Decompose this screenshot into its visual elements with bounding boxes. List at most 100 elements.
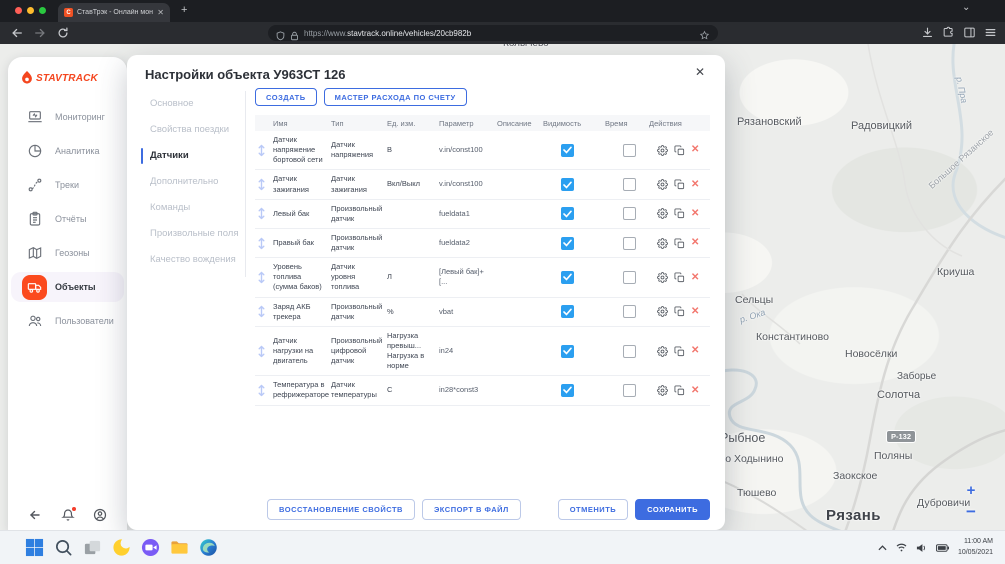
sidebar-item-monitoring[interactable]: Мониторинг [8, 100, 127, 134]
drag-handle-icon[interactable] [255, 345, 273, 358]
bookmark-star-icon[interactable] [699, 28, 710, 39]
back-icon[interactable] [10, 26, 24, 40]
window-minimize-button[interactable] [27, 7, 34, 14]
wifi-icon[interactable] [896, 543, 907, 552]
video-app-icon[interactable] [140, 538, 160, 558]
tray-chevron-icon[interactable] [878, 545, 887, 551]
file-explorer-icon[interactable] [169, 538, 189, 558]
delete-icon[interactable]: ✕ [691, 236, 699, 250]
collapse-arrow-icon[interactable] [28, 508, 42, 522]
sidebar-item-geozones[interactable]: Геозоны [8, 236, 127, 270]
visibility-checkbox[interactable] [561, 271, 574, 284]
visibility-checkbox[interactable] [561, 144, 574, 157]
time-checkbox[interactable] [623, 271, 636, 284]
sidebar-item-analytics[interactable]: Аналитика [8, 134, 127, 168]
delete-icon[interactable]: ✕ [691, 344, 699, 358]
edge-browser-icon[interactable] [198, 538, 218, 558]
sidebar-item-objects[interactable]: Объекты [8, 270, 127, 304]
start-button-icon[interactable] [24, 538, 44, 558]
settings-gear-icon[interactable] [657, 179, 668, 190]
copy-icon[interactable] [674, 145, 685, 156]
create-button[interactable]: СОЗДАТЬ [255, 88, 317, 106]
volume-icon[interactable] [916, 543, 927, 553]
battery-icon[interactable] [936, 544, 949, 552]
modal-tab[interactable]: Датчики [145, 143, 245, 169]
url-bar[interactable]: https://www.stavtrack.online/vehicles/20… [268, 25, 718, 41]
restore-properties-button[interactable]: ВОССТАНОВЛЕНИЕ СВОЙСТВ [267, 499, 415, 520]
cancel-button[interactable]: ОТМЕНИТЬ [558, 499, 628, 520]
notifications-bell-icon[interactable] [61, 508, 75, 522]
modal-close-icon[interactable]: ✕ [695, 65, 705, 79]
visibility-checkbox[interactable] [561, 178, 574, 191]
time-checkbox[interactable] [623, 207, 636, 220]
settings-gear-icon[interactable] [657, 346, 668, 357]
expense-master-button[interactable]: МАСТЕР РАСХОДА ПО СЧЕТУ [324, 88, 467, 106]
modal-tab[interactable]: Качество вождения [145, 247, 245, 273]
tab-close-icon[interactable]: ✕ [157, 9, 164, 17]
visibility-checkbox[interactable] [561, 345, 574, 358]
delete-icon[interactable]: ✕ [691, 305, 699, 319]
drag-handle-icon[interactable] [255, 271, 273, 284]
shield-icon[interactable] [276, 28, 285, 38]
time-checkbox[interactable] [623, 178, 636, 191]
copy-icon[interactable] [674, 208, 685, 219]
settings-gear-icon[interactable] [657, 306, 668, 317]
delete-icon[interactable]: ✕ [691, 271, 699, 285]
window-close-button[interactable] [15, 7, 22, 14]
reload-icon[interactable] [56, 26, 70, 40]
clock[interactable]: 11:00 AM 10/05/2021 [958, 537, 993, 558]
lock-icon[interactable] [290, 28, 299, 38]
copy-icon[interactable] [674, 306, 685, 317]
sidebar-item-users[interactable]: Пользователи [8, 304, 127, 338]
copy-icon[interactable] [674, 238, 685, 249]
time-checkbox[interactable] [623, 305, 636, 318]
delete-icon[interactable]: ✕ [691, 143, 699, 157]
visibility-checkbox[interactable] [561, 305, 574, 318]
modal-tab[interactable]: Основное [145, 91, 245, 117]
delete-icon[interactable]: ✕ [691, 207, 699, 221]
settings-gear-icon[interactable] [657, 385, 668, 396]
extensions-icon[interactable] [942, 26, 955, 39]
visibility-checkbox[interactable] [561, 207, 574, 220]
export-file-button[interactable]: ЭКСПОРТ В ФАЙЛ [422, 499, 521, 520]
copy-icon[interactable] [674, 272, 685, 283]
sidebar-item-reports[interactable]: Отчёты [8, 202, 127, 236]
menu-icon[interactable] [984, 26, 997, 39]
forward-icon[interactable] [33, 26, 47, 40]
modal-tab[interactable]: Произвольные поля [145, 221, 245, 247]
save-button[interactable]: СОХРАНИТЬ [635, 499, 710, 520]
settings-gear-icon[interactable] [657, 238, 668, 249]
stavtrack-logo[interactable]: STAVTRACK [8, 57, 127, 86]
drag-handle-icon[interactable] [255, 305, 273, 318]
search-icon[interactable] [53, 538, 73, 558]
time-checkbox[interactable] [623, 237, 636, 250]
drag-handle-icon[interactable] [255, 237, 273, 250]
browser-tab[interactable]: С СтавТрэк - Онлайн мониторин ✕ [58, 3, 170, 22]
modal-tab[interactable]: Свойства поездки [145, 117, 245, 143]
download-icon[interactable] [921, 26, 934, 39]
copy-icon[interactable] [674, 179, 685, 190]
modal-tab[interactable]: Дополнительно [145, 169, 245, 195]
visibility-checkbox[interactable] [561, 237, 574, 250]
settings-gear-icon[interactable] [657, 272, 668, 283]
collections-icon[interactable] [963, 26, 976, 39]
sidebar-item-tracks[interactable]: Треки [8, 168, 127, 202]
drag-handle-icon[interactable] [255, 384, 273, 397]
tab-list-chevron-icon[interactable]: ⌄ [962, 2, 970, 13]
delete-icon[interactable]: ✕ [691, 178, 699, 192]
settings-gear-icon[interactable] [657, 208, 668, 219]
time-checkbox[interactable] [623, 384, 636, 397]
time-checkbox[interactable] [623, 144, 636, 157]
window-maximize-button[interactable] [39, 7, 46, 14]
drag-handle-icon[interactable] [255, 144, 273, 157]
new-tab-button[interactable]: + [181, 4, 187, 16]
profile-icon[interactable] [93, 508, 107, 522]
delete-icon[interactable]: ✕ [691, 384, 699, 398]
settings-gear-icon[interactable] [657, 145, 668, 156]
time-checkbox[interactable] [623, 345, 636, 358]
map-zoom-in-button[interactable]: + [962, 482, 980, 500]
copy-icon[interactable] [674, 346, 685, 357]
map-zoom-out-button[interactable]: − [962, 503, 980, 521]
visibility-checkbox[interactable] [561, 384, 574, 397]
copy-icon[interactable] [674, 385, 685, 396]
